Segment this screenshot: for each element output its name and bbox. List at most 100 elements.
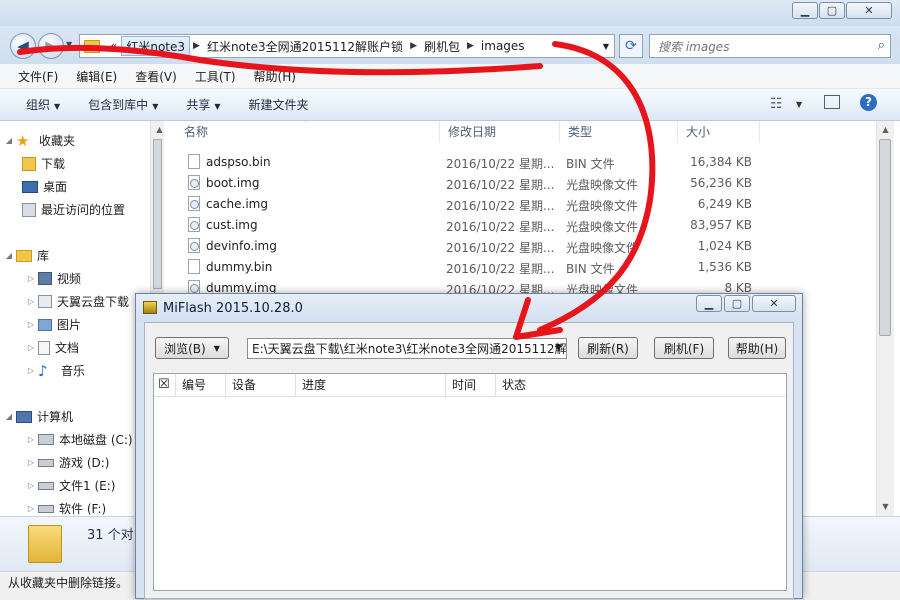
nav-tianyi[interactable]: ▷ 天翼云盘下载 [24, 293, 129, 310]
refresh-icon: ⟳ [625, 38, 637, 54]
nav-videos[interactable]: ▷ 视频 [24, 270, 81, 287]
forward-button[interactable]: ▶ [38, 33, 64, 59]
file-row[interactable]: cust.img 2016/10/22 星期... 光盘映像文件 83,957 … [164, 215, 876, 236]
column-header-device[interactable]: 设备 [226, 374, 296, 396]
menu-help[interactable]: 帮助(H) [245, 68, 305, 85]
column-header-number[interactable]: 编号 [176, 374, 226, 396]
nav-desktop[interactable]: 桌面 [22, 178, 67, 195]
expand-icon[interactable]: ▷ [24, 435, 38, 444]
menu-file[interactable]: 文件(F) [0, 68, 67, 85]
column-header-type[interactable]: 类型 [560, 121, 678, 143]
flash-path-combobox[interactable]: E:\天翼云盘下载\红米note3\红米note3全网通2015112解 ▼ [247, 338, 567, 359]
breadcrumb-overflow[interactable]: « [106, 39, 121, 53]
preview-pane-icon[interactable] [824, 95, 840, 109]
miflash-minimize-button[interactable]: ▁ [696, 295, 722, 312]
new-folder-button[interactable]: 新建文件夹 [235, 96, 323, 113]
breadcrumb-images[interactable]: images [477, 39, 529, 53]
view-dropdown-icon[interactable]: ▼ [796, 100, 802, 109]
menu-view[interactable]: 查看(V) [126, 68, 186, 85]
scroll-up-icon[interactable]: ▲ [877, 121, 894, 138]
scroll-down-icon[interactable]: ▼ [877, 498, 894, 515]
dropdown-arrow-icon[interactable]: ▼ [555, 343, 562, 353]
nav-computer[interactable]: ◢ 计算机 [2, 408, 73, 425]
flash-button[interactable]: 刷机(F) [654, 337, 714, 359]
nav-music[interactable]: ▷ ♪ 音乐 [24, 362, 85, 379]
nav-drive-c[interactable]: ▷ 本地磁盘 (C:) [24, 431, 133, 448]
file-row[interactable]: boot.img 2016/10/22 星期... 光盘映像文件 56,236 … [164, 173, 876, 194]
nav-recent-places[interactable]: 最近访问的位置 [22, 201, 125, 218]
browse-button[interactable]: 浏览(B) ▼ [155, 337, 229, 359]
nav-scroll-thumb[interactable] [153, 139, 162, 289]
miflash-close-button[interactable]: ✕ [752, 295, 796, 312]
recent-pages-dropdown[interactable]: ▼ [66, 40, 72, 49]
refresh-button[interactable]: 刷新(R) [578, 337, 638, 359]
expand-icon[interactable]: ▷ [24, 320, 38, 329]
menu-tools[interactable]: 工具(T) [186, 68, 245, 85]
file-size: 56,236 KB [690, 176, 752, 190]
close-button[interactable]: ✕ [846, 2, 892, 19]
column-header-status[interactable]: 状态 [496, 374, 786, 396]
breadcrumb-unlock-folder[interactable]: 红米note3全网通2015112解账户锁 [203, 38, 407, 55]
expand-icon[interactable]: ▷ [24, 366, 38, 375]
include-in-library-button[interactable]: 包含到库中 ▼ [74, 96, 172, 113]
menu-bar: 文件(F) 编辑(E) 查看(V) 工具(T) 帮助(H) [0, 64, 900, 89]
address-bar[interactable]: « 红米note3 ▶ 红米note3全网通2015112解账户锁 ▶ 刷机包 … [79, 34, 615, 58]
nav-pictures[interactable]: ▷ 图片 [24, 316, 81, 333]
organize-button[interactable]: 组织 ▼ [0, 96, 74, 113]
nav-documents[interactable]: ▷ 文档 [24, 339, 79, 356]
nav-drive-f[interactable]: ▷ 软件 (F:) [24, 500, 106, 516]
column-header-date[interactable]: 修改日期 [440, 121, 560, 143]
collapse-icon[interactable]: ◢ [2, 251, 16, 260]
column-header-progress[interactable]: 进度 [296, 374, 446, 396]
maximize-icon: ▢ [826, 4, 838, 17]
help-icon[interactable]: ? [860, 94, 877, 111]
nav-downloads-label: 下载 [41, 157, 66, 171]
nav-downloads[interactable]: 下载 [22, 155, 65, 172]
expand-icon[interactable]: ▷ [24, 481, 38, 490]
column-header-name[interactable]: 名称 [176, 121, 440, 143]
nav-favorites[interactable]: ◢ ★ 收藏夹 [2, 132, 75, 149]
breadcrumb-redmi-note3[interactable]: 红米note3 [121, 36, 191, 56]
search-icon[interactable]: ⌕ [878, 38, 885, 53]
view-options-icon[interactable]: ☷ [770, 96, 783, 112]
file-row[interactable]: adspso.bin 2016/10/22 星期... BIN 文件 16,38… [164, 152, 876, 173]
nav-libraries[interactable]: ◢ 库 [2, 247, 49, 264]
file-row[interactable]: devinfo.img 2016/10/22 星期... 光盘映像文件 1,02… [164, 236, 876, 257]
expand-icon[interactable]: ▷ [24, 504, 38, 513]
chevron-right-icon[interactable]: ▶ [407, 41, 420, 51]
file-list-scrollbar[interactable]: ▲ ▼ [876, 121, 894, 516]
include-label: 包含到库中 [88, 98, 149, 112]
maximize-button[interactable]: ▢ [819, 2, 845, 19]
refresh-button[interactable]: ⟳ [619, 34, 643, 58]
file-name: devinfo.img [206, 239, 277, 253]
collapse-icon[interactable]: ◢ [2, 412, 16, 421]
file-row[interactable]: dummy.bin 2016/10/22 星期... BIN 文件 1,536 … [164, 257, 876, 278]
menu-edit[interactable]: 编辑(E) [67, 68, 126, 85]
file-scroll-thumb[interactable] [879, 139, 891, 336]
select-all-checkbox[interactable]: ☒ [154, 374, 176, 396]
minimize-button[interactable]: ▁ [792, 2, 818, 19]
file-row[interactable]: cache.img 2016/10/22 星期... 光盘映像文件 6,249 … [164, 194, 876, 215]
miflash-title-bar: MiFlash 2015.10.28.0 ▁ ▢ ✕ [136, 294, 802, 322]
column-header-size[interactable]: 大小 [678, 121, 760, 143]
help-button[interactable]: 帮助(H) [728, 337, 786, 359]
search-input[interactable] [656, 36, 860, 58]
expand-icon[interactable]: ▷ [24, 297, 38, 306]
search-box[interactable]: ⌕ [649, 34, 891, 58]
address-dropdown-icon[interactable]: ▼ [603, 42, 614, 51]
back-button[interactable]: ◀ [10, 33, 36, 59]
expand-icon[interactable]: ▷ [24, 274, 38, 283]
chevron-right-icon[interactable]: ▶ [190, 41, 203, 51]
nav-music-label: 音乐 [61, 364, 86, 378]
nav-drive-e[interactable]: ▷ 文件1 (E:) [24, 477, 116, 494]
collapse-icon[interactable]: ◢ [2, 136, 16, 145]
chevron-right-icon[interactable]: ▶ [464, 41, 477, 51]
expand-icon[interactable]: ▷ [24, 458, 38, 467]
miflash-maximize-button[interactable]: ▢ [724, 295, 750, 312]
column-header-time[interactable]: 时间 [446, 374, 496, 396]
share-button[interactable]: 共享 ▼ [172, 96, 234, 113]
nav-drive-d[interactable]: ▷ 游戏 (D:) [24, 454, 110, 471]
expand-icon[interactable]: ▷ [24, 343, 38, 352]
share-label: 共享 [186, 98, 211, 112]
breadcrumb-flash-package[interactable]: 刷机包 [420, 38, 464, 55]
